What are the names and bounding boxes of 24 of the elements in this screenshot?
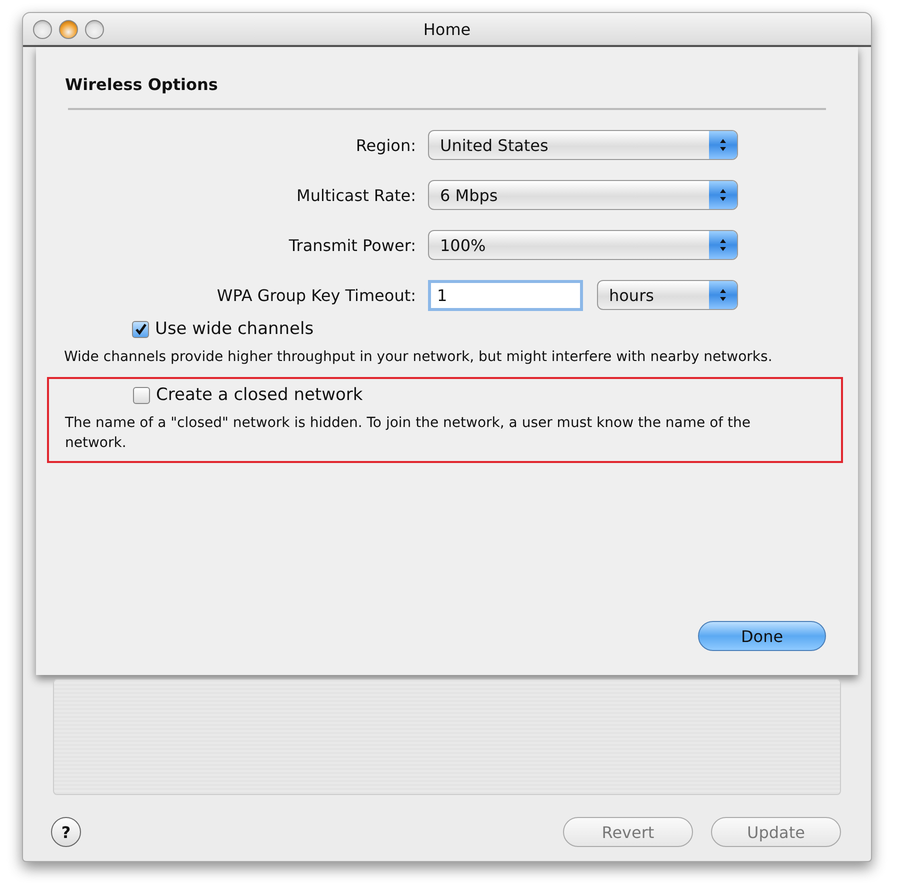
window-control-icon[interactable] <box>59 20 78 38</box>
field-label: WPA Group Key Timeout: <box>216 286 416 305</box>
popup-menu[interactable]: United States <box>428 130 738 160</box>
sheet-title: Wireless Options <box>65 75 218 94</box>
window-title: Home <box>423 20 471 38</box>
stepper-icon <box>709 131 737 159</box>
window-control-icon[interactable] <box>33 20 52 38</box>
window-control-icon[interactable] <box>85 20 104 38</box>
help-button[interactable]: ? <box>51 817 81 847</box>
field-label: Region: <box>356 136 416 154</box>
option-description: Wide channels provide higher throughput in your network, but might interfere with nearby networks. <box>64 348 774 367</box>
popup-menu[interactable]: 100% <box>428 230 738 260</box>
timeout-field[interactable]: 1 <box>428 280 583 311</box>
stepper-icon <box>709 231 737 259</box>
stepper-icon <box>709 181 737 209</box>
popup-menu[interactable]: 6 Mbps <box>428 180 738 210</box>
stepper-icon <box>709 281 737 309</box>
field-label: Multicast Rate: <box>296 186 416 204</box>
checkbox[interactable]: Create a closed network <box>133 385 363 405</box>
checkbox[interactable]: Use wide channels <box>132 319 314 339</box>
done-button[interactable]: Done <box>698 621 826 651</box>
unit-popup-menu[interactable]: hours <box>597 280 738 310</box>
option-description: The name of a "closed" network is hidden. To join the network, a user must know the name of the network. <box>65 414 752 453</box>
field-label: Transmit Power: <box>288 236 416 254</box>
